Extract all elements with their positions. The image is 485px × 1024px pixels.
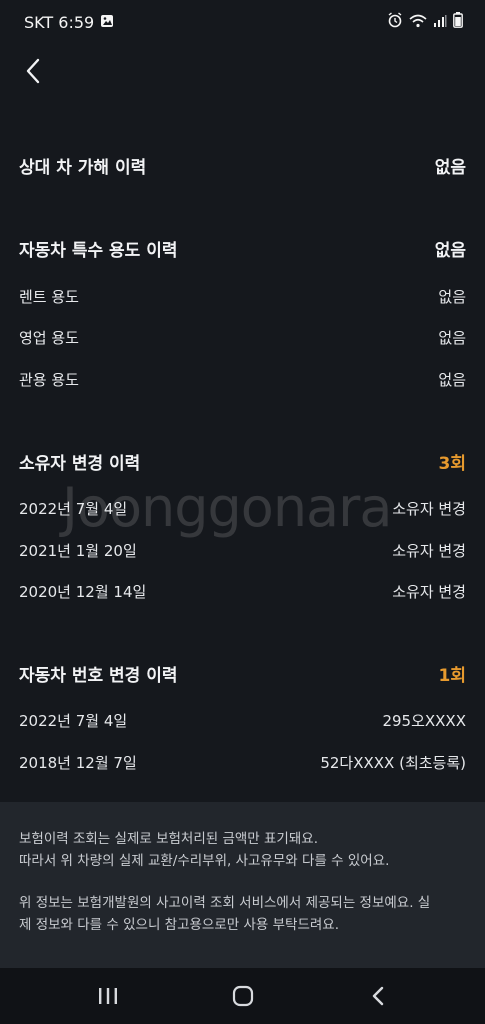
plate-change-header: 자동차 번호 변경 이력 1회 [19,658,466,688]
notice-line: 위 정보는 보험개발원의 사고이력 조회 서비스에서 제공되는 정보예요. 실 [19,895,431,911]
owner-change-date: 2020년 12월 14일 [19,582,147,601]
owner-change-type: 소유자 변경 [392,499,466,518]
notice-paragraph: 위 정보는 보험개발원의 사고이력 조회 서비스에서 제공되는 정보예요. 실 … [19,892,466,936]
plate-change-item: 2022년 7월 4일 295오XXXX [19,705,466,735]
status-bar: SKT 6:59 [0,0,485,44]
special-use-item: 영업 용도 없음 [19,322,466,352]
notice-line: 보험이력 조회는 실제로 보험처리된 금액만 표기돼요. [19,831,318,847]
owner-change-header: 소유자 변경 이력 3회 [19,446,466,476]
owner-change-title: 소유자 변경 이력 [19,453,141,474]
recents-icon [98,988,117,1004]
special-use-item-value: 없음 [438,370,466,389]
opponent-damage-value: 없음 [434,157,466,178]
special-use-item: 렌트 용도 없음 [19,281,466,311]
special-use-item-value: 없음 [438,287,466,306]
top-bar [0,44,485,100]
plate-change-count: 1회 [438,665,466,686]
special-use-value: 없음 [434,240,466,261]
plate-change-title: 자동차 번호 변경 이력 [19,665,178,686]
owner-change-item: 2022년 7월 4일 소유자 변경 [19,493,466,523]
owner-change-count: 3회 [438,453,466,474]
notice-paragraph: 보험이력 조회는 실제로 보험처리된 금액만 표기돼요. 따라서 위 차량의 실… [19,828,466,872]
owner-change-item: 2021년 1월 20일 소유자 변경 [19,535,466,565]
plate-number: 52다XXXX (최초등록) [320,753,466,772]
notice-line: 따라서 위 차량의 실제 교환/수리부위, 사고유무와 다를 수 있어요. [19,853,390,869]
special-use-label: 영업 용도 [19,328,79,347]
plate-number: 295오XXXX [382,711,466,730]
notice-line: 제 정보와 다를 수 있으니 참고용으로만 사용 부탁드려요. [19,917,339,933]
owner-change-date: 2021년 1월 20일 [19,541,137,560]
opponent-damage-row: 상대 차 가해 이력 없음 [19,150,466,180]
notice-panel: 보험이력 조회는 실제로 보험처리된 금액만 표기돼요. 따라서 위 차량의 실… [0,802,485,968]
home-icon [232,985,253,1007]
special-use-item: 관용 용도 없음 [19,364,466,394]
signal-icon [433,13,447,32]
recents-button[interactable] [78,976,138,1016]
back-button[interactable] [16,54,50,88]
owner-change-type: 소유자 변경 [392,541,466,560]
wifi-icon [409,13,427,32]
special-use-label: 관용 용도 [19,370,79,389]
owner-change-type: 소유자 변경 [392,582,466,601]
alarm-icon [387,12,403,32]
special-use-label: 렌트 용도 [19,287,79,306]
plate-change-date: 2018년 12월 7일 [19,753,137,772]
special-use-header: 자동차 특수 용도 이력 없음 [19,233,466,263]
special-use-title: 자동차 특수 용도 이력 [19,240,178,261]
nav-back-icon [372,986,383,1006]
plate-change-item: 2018년 12월 7일 52다XXXX (최초등록) [19,747,466,777]
plate-change-date: 2022년 7월 4일 [19,711,128,730]
system-nav-bar [0,968,485,1024]
nav-back-button[interactable] [348,976,408,1016]
special-use-item-value: 없음 [438,328,466,347]
owner-change-date: 2022년 7월 4일 [19,499,128,518]
home-button[interactable] [213,976,273,1016]
carrier-time: SKT 6:59 [24,12,95,32]
gallery-icon [100,13,114,32]
battery-icon [453,12,463,32]
owner-change-item: 2020년 12월 14일 소유자 변경 [19,576,466,606]
opponent-damage-title: 상대 차 가해 이력 [19,157,147,178]
back-chevron-icon [26,58,40,84]
